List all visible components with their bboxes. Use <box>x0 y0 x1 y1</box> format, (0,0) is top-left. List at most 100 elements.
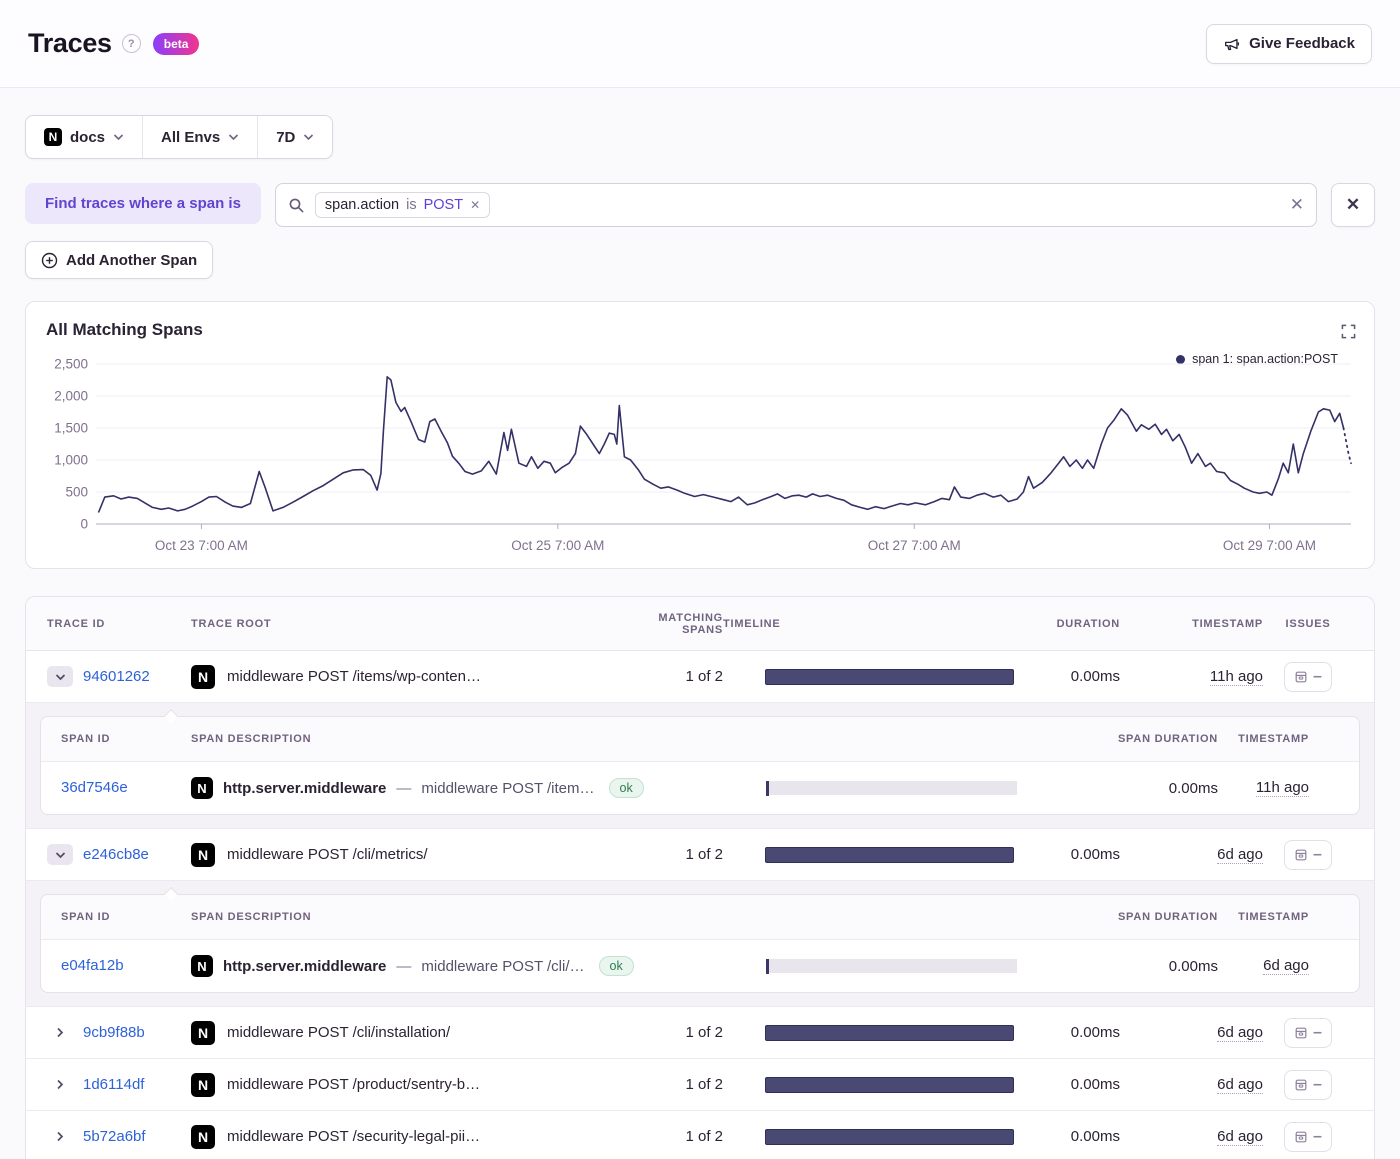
chevron-down-icon <box>228 133 239 141</box>
timestamp-value[interactable]: 6d ago <box>1217 1128 1263 1146</box>
column-header-duration: DURATION <box>1014 618 1120 630</box>
svg-text:500: 500 <box>65 485 88 500</box>
all-matching-spans-chart-card: All Matching Spans span 1: span.action:P… <box>25 301 1375 569</box>
date-range-filter[interactable]: 7D <box>257 116 332 158</box>
duration-value: 0.00ms <box>1014 1128 1120 1145</box>
span-search-input[interactable]: span.action is POST ✕ ✕ <box>275 183 1317 227</box>
trace-root-text: middleware POST /product/sentry-b… <box>227 1076 480 1093</box>
find-traces-label: Find traces where a span is <box>25 183 261 224</box>
chevron-down-icon <box>303 133 314 141</box>
svg-text:2,000: 2,000 <box>54 389 88 404</box>
issues-button[interactable]: – <box>1284 840 1332 870</box>
expand-trace-button[interactable] <box>47 1022 73 1043</box>
spans-line-chart[interactable]: 05001,0001,5002,0002,500Oct 23 7:00 AMOc… <box>26 354 1376 560</box>
column-header-timestamp: TIMESTAMP <box>1120 618 1263 630</box>
search-filter-token[interactable]: span.action is POST ✕ <box>315 192 490 218</box>
token-key: span.action <box>325 197 399 213</box>
issues-button[interactable]: – <box>1284 1070 1332 1100</box>
span-timeline-track <box>769 959 1017 973</box>
archive-icon <box>1294 1078 1308 1092</box>
matching-spans-count: 1 of 2 <box>623 1128 723 1145</box>
project-icon: N <box>191 665 215 689</box>
timestamp-value[interactable]: 6d ago <box>1217 846 1263 864</box>
timestamp-value[interactable]: 6d ago <box>1217 1024 1263 1042</box>
clear-search-icon[interactable]: ✕ <box>1290 195 1304 215</box>
span-operation: http.server.middleware <box>223 780 386 797</box>
trace-spans-panel: SPAN IDSPAN DESCRIPTIONSPAN DURATIONTIME… <box>26 881 1374 1007</box>
trace-id-link[interactable]: 9cb9f88b <box>83 1024 145 1041</box>
trace-id-link[interactable]: 5b72a6bf <box>83 1128 146 1145</box>
timeline-bar[interactable] <box>765 1129 1014 1145</box>
expand-trace-button[interactable] <box>47 1074 73 1095</box>
timeline-bar[interactable] <box>765 1077 1014 1093</box>
span-description-text: middleware POST /item… <box>421 780 594 797</box>
trace-root-text: middleware POST /items/wp-conten… <box>227 668 481 685</box>
project-icon: N <box>191 843 215 867</box>
span-timeline-track <box>769 781 1017 795</box>
help-icon[interactable]: ? <box>122 34 141 53</box>
svg-text:0: 0 <box>80 517 88 532</box>
trace-row: 1d6114dfNmiddleware POST /product/sentry… <box>26 1059 1374 1111</box>
trace-root-text: middleware POST /cli/installation/ <box>227 1024 450 1041</box>
expand-chart-icon[interactable] <box>1341 324 1356 339</box>
trace-id-link[interactable]: e246cb8e <box>83 846 149 863</box>
span-timestamp-value[interactable]: 6d ago <box>1263 957 1309 975</box>
remove-span-query-button[interactable]: ✕ <box>1331 183 1375 227</box>
separator: — <box>396 958 411 975</box>
project-filter[interactable]: N docs <box>26 116 142 158</box>
minus-icon: – <box>1313 1076 1322 1094</box>
column-header-span-timestamp: TIMESTAMP <box>1230 911 1339 923</box>
expand-trace-button[interactable] <box>47 1126 73 1147</box>
timestamp-value[interactable]: 11h ago <box>1210 668 1263 686</box>
trace-root-text: middleware POST /security-legal-pii… <box>227 1128 480 1145</box>
span-timeline[interactable] <box>757 959 1032 974</box>
minus-icon: – <box>1313 668 1322 686</box>
duration-value: 0.00ms <box>1014 1024 1120 1041</box>
span-id-link[interactable]: 36d7546e <box>61 779 128 796</box>
issues-button[interactable]: – <box>1284 1122 1332 1152</box>
duration-value: 0.00ms <box>1014 846 1120 863</box>
trace-row: 5b72a6bfNmiddleware POST /security-legal… <box>26 1111 1374 1159</box>
timeline-bar[interactable] <box>765 847 1014 863</box>
span-timestamp-value[interactable]: 11h ago <box>1256 779 1309 797</box>
project-icon: N <box>44 128 62 146</box>
column-header-timeline: TIMELINE <box>723 618 1014 630</box>
span-id-link[interactable]: e04fa12b <box>61 957 124 974</box>
column-header-matching-spans: MATCHING SPANS <box>623 612 723 636</box>
span-row: 36d7546eNhttp.server.middleware—middlewa… <box>41 762 1359 814</box>
span-timeline[interactable] <box>757 781 1032 796</box>
collapse-trace-button[interactable] <box>47 844 73 865</box>
chevron-right-icon <box>56 1131 64 1142</box>
trace-row: 9cb9f88bNmiddleware POST /cli/installati… <box>26 1007 1374 1059</box>
column-header-trace-id: TRACE ID <box>47 618 191 630</box>
trace-id-link[interactable]: 94601262 <box>83 668 150 685</box>
chevron-down-icon <box>55 673 66 681</box>
trace-id-link[interactable]: 1d6114df <box>83 1076 144 1093</box>
svg-text:2,500: 2,500 <box>54 357 88 372</box>
chart-title: All Matching Spans <box>46 320 203 340</box>
chevron-down-icon <box>113 133 124 141</box>
svg-text:Oct 25 7:00 AM: Oct 25 7:00 AM <box>511 538 604 553</box>
environment-filter[interactable]: All Envs <box>142 116 257 158</box>
timestamp-value[interactable]: 6d ago <box>1217 1076 1263 1094</box>
trace-root-text: middleware POST /cli/metrics/ <box>227 846 428 863</box>
collapse-trace-button[interactable] <box>47 666 73 687</box>
separator: — <box>396 780 411 797</box>
token-remove-icon[interactable]: ✕ <box>470 198 480 212</box>
column-header-trace-root: TRACE ROOT <box>191 618 623 630</box>
plus-circle-icon <box>41 252 58 269</box>
timeline-bar[interactable] <box>765 1025 1014 1041</box>
traces-table: TRACE IDTRACE ROOTMATCHING SPANSTIMELINE… <box>25 596 1375 1159</box>
issues-button[interactable]: – <box>1284 662 1332 692</box>
give-feedback-button[interactable]: Give Feedback <box>1206 24 1372 64</box>
svg-text:Oct 29 7:00 AM: Oct 29 7:00 AM <box>1223 538 1316 553</box>
svg-text:Oct 23 7:00 AM: Oct 23 7:00 AM <box>155 538 248 553</box>
svg-text:Oct 27 7:00 AM: Oct 27 7:00 AM <box>868 538 961 553</box>
add-another-span-button[interactable]: Add Another Span <box>25 241 213 279</box>
chevron-right-icon <box>56 1027 64 1038</box>
issues-button[interactable]: – <box>1284 1018 1332 1048</box>
column-header-span-description: SPAN DESCRIPTION <box>191 911 757 923</box>
matching-spans-count: 1 of 2 <box>623 1024 723 1041</box>
timeline-bar[interactable] <box>765 669 1014 685</box>
column-header-issues: ISSUES <box>1263 618 1353 630</box>
